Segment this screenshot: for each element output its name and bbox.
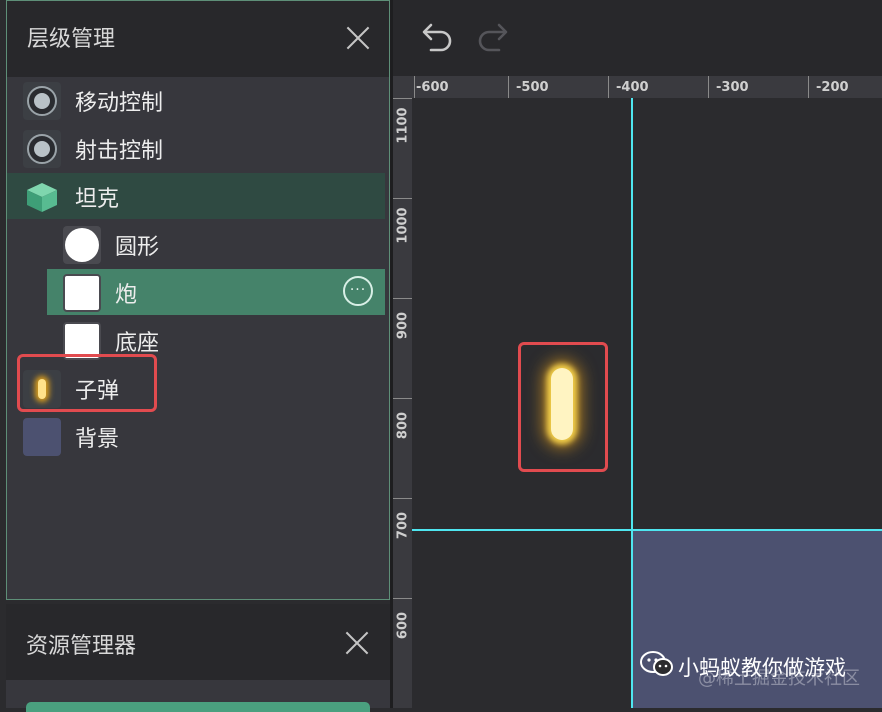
ruler-tick-label: -600 xyxy=(416,80,449,95)
ruler-corner xyxy=(393,76,412,98)
close-icon[interactable] xyxy=(344,630,370,656)
hierarchy-title: 层级管理 xyxy=(27,27,116,52)
y-axis-line xyxy=(631,98,633,708)
ruler-tick-label: 600 xyxy=(395,611,411,640)
x-axis-line xyxy=(412,529,882,531)
hierarchy-header: 层级管理 xyxy=(7,1,389,77)
tree-item-tank[interactable]: 坦克 xyxy=(7,173,385,219)
top-ruler: -600 -500 -400 -300 -200 xyxy=(412,76,882,98)
left-ruler: 1100 1000 900 800 700 600 xyxy=(393,98,412,708)
tree-item-background[interactable]: 背景 xyxy=(7,413,385,459)
ruler-tick-label: -500 xyxy=(516,80,549,95)
ruler-tick-label: -300 xyxy=(716,80,749,95)
tree-item-label: 移动控制 xyxy=(75,91,164,116)
close-icon[interactable] xyxy=(345,25,371,51)
more-options-button[interactable]: ··· xyxy=(343,276,373,306)
background-sprite-icon xyxy=(23,418,61,456)
redo-icon[interactable] xyxy=(475,18,515,58)
cube-icon xyxy=(23,178,61,216)
highlight-box-bullet-item xyxy=(17,354,157,412)
ruler-tick-label: 700 xyxy=(395,511,411,540)
ruler-tick-label: 1100 xyxy=(395,107,411,144)
scene-toolbar xyxy=(393,0,882,76)
tree-item-label: 圆形 xyxy=(115,235,160,260)
asset-panel: 资源管理器 xyxy=(6,604,390,712)
asset-title: 资源管理器 xyxy=(26,634,137,659)
circle-sprite-icon xyxy=(63,226,101,264)
wechat-icon xyxy=(640,650,674,678)
asset-header: 资源管理器 xyxy=(6,604,390,680)
tree-item-label: 射击控制 xyxy=(75,139,164,164)
tree-item-label: 底座 xyxy=(115,331,160,356)
tree-item-label: 炮 xyxy=(115,283,138,308)
ruler-tick-label: 800 xyxy=(395,411,411,440)
ruler-tick-label: 900 xyxy=(395,311,411,340)
tree-item-label: 背景 xyxy=(75,427,120,452)
tree-item-shoot-control[interactable]: 射击控制 xyxy=(7,125,385,171)
joystick-icon xyxy=(23,130,61,168)
undo-icon[interactable] xyxy=(415,18,455,58)
hierarchy-panel: 层级管理 移动控制 射击控制 坦克 圆形 炮 ··· 底座 子弹 背景 xyxy=(6,0,390,600)
ruler-tick-label: -200 xyxy=(816,80,849,95)
tree-item-cannon[interactable]: 炮 ··· xyxy=(47,269,385,315)
square-sprite-icon xyxy=(63,274,101,312)
highlight-box-bullet-sprite xyxy=(518,342,608,472)
asset-create-button[interactable] xyxy=(26,702,370,712)
tree-item-label: 坦克 xyxy=(75,187,120,212)
joystick-icon xyxy=(23,82,61,120)
watermark-text: 小蚂蚁教你做游戏 xyxy=(678,656,846,680)
ruler-tick-label: -400 xyxy=(616,80,649,95)
tree-item-circle[interactable]: 圆形 xyxy=(7,221,385,267)
ruler-tick-label: 1000 xyxy=(395,207,411,244)
tree-item-move-control[interactable]: 移动控制 xyxy=(7,77,385,123)
